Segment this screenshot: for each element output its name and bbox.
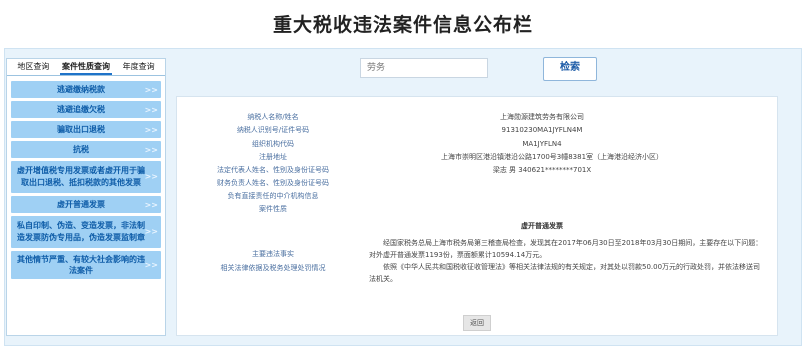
field-label: 主要违法事实 [252,250,294,258]
chevron-right-icon: >> [144,85,158,94]
search-input[interactable] [360,58,488,78]
back-button[interactable]: 返回 [463,315,491,331]
nav-item-label: 骗取出口退税 [57,125,105,134]
nav-item-tax-evasion[interactable]: 逃避缴纳税款 >> [11,81,161,98]
chevron-right-icon: >> [144,227,158,236]
field-label: 财务负责人姓名、性别及身份证号码 [217,179,329,187]
field-label: 案件性质 [259,205,287,213]
field-value: MA1JYFLN4 [522,140,562,148]
field-row-taxpayer-name: 纳税人名称/姓名 上海勋源建筑劳务有限公司 [177,112,777,123]
case-description: 经国家税务总局上海市税务局第三稽查局检查，发现其在2017年06月30日至201… [369,237,765,285]
nav-item-label: 逃避追缴欠税 [57,105,105,114]
field-row-agency: 负有直接责任的中介机构信息 [177,191,777,202]
chevron-right-icon: >> [144,105,158,114]
nav-item-evade-arrears[interactable]: 逃避追缴欠税 >> [11,101,161,118]
case-detail-panel: 纳税人名称/姓名 上海勋源建筑劳务有限公司 纳税人识别号/证件号码 913102… [176,96,778,336]
chevron-right-icon: >> [144,260,158,270]
field-value: 上海勋源建筑劳务有限公司 [500,113,584,121]
query-tabs: 地区查询 案件性质查询 年度查询 [7,59,165,76]
field-value: 91310230MA1JYFLN4M [501,126,583,134]
field-label: 法定代表人姓名、性别及身份证号码 [217,166,329,174]
case-facts-paragraph: 经国家税务总局上海市税务局第三稽查局检查，发现其在2017年06月30日至201… [369,239,763,259]
field-label: 纳税人识别号/证件号码 [236,126,310,134]
chevron-right-icon: >> [144,172,158,181]
page-title: 重大税收违法案件信息公布栏 [272,14,533,36]
field-row-case-nature: 案件性质 [177,204,777,215]
tab-year-query[interactable]: 年度查询 [112,59,165,75]
field-label: 负有直接责任的中介机构信息 [227,192,319,200]
nav-item-export-refund-fraud[interactable]: 骗取出口退税 >> [11,121,161,138]
nav-item-label: 其他情节严重、有较大社会影响的违法案件 [17,255,145,275]
chevron-right-icon: >> [144,200,158,209]
field-value: 上海市崇明区港沿镇港沿公路1700号3幢8381室（上海港沿经济小区） [440,153,664,161]
left-nav: 地区查询 案件性质查询 年度查询 逃避缴纳税款 >> 逃避追缴欠税 >> 骗取出… [6,58,166,336]
field-row-taxpayer-id: 纳税人识别号/证件号码 91310230MA1JYFLN4M [177,125,777,136]
chevron-right-icon: >> [144,125,158,134]
field-label: 注册地址 [259,153,287,161]
nav-item-other-serious-cases[interactable]: 其他情节严重、有较大社会影响的违法案件 >> [11,251,161,279]
nav-item-false-vat-invoice[interactable]: 虚开增值税专用发票或者虚开用于骗取出口退税、抵扣税款的其他发票 >> [11,161,161,193]
field-row-finance-head: 财务负责人姓名、性别及身份证号码 [177,178,777,189]
tab-case-nature-query[interactable]: 案件性质查询 [59,59,113,75]
nav-item-illegal-invoice-printing[interactable]: 私自印制、伪造、变造发票，非法制造发票防伪专用品，伪造发票监制章 >> [11,216,161,248]
field-label: 纳税人名称/姓名 [247,113,299,121]
field-row-org-code: 组织机构代码 MA1JYFLN4 [177,139,777,150]
field-row-address: 注册地址 上海市崇明区港沿镇港沿公路1700号3幢8381室（上海港沿经济小区） [177,152,777,163]
field-row-legal-rep: 法定代表人姓名、性别及身份证号码 梁志 男 340621********701X [177,165,777,176]
case-penalty-paragraph: 依照《中华人民共和国税收征收管理法》等相关法律法规的有关规定，对其处以罚款50.… [369,263,761,283]
nav-item-false-ordinary-invoice[interactable]: 虚开普通发票 >> [11,196,161,213]
case-nature-value: 虚开普通发票 [521,222,563,230]
nav-item-label: 逃避缴纳税款 [57,85,105,94]
nav-list: 逃避缴纳税款 >> 逃避追缴欠税 >> 骗取出口退税 >> 抗税 >> 虚开增值… [7,76,165,279]
field-value: 梁志 男 340621********701X [492,166,592,174]
tab-region-query[interactable]: 地区查询 [7,59,60,75]
nav-item-tax-resistance[interactable]: 抗税 >> [11,141,161,158]
nav-item-label: 抗税 [73,145,89,154]
field-label: 相关法律依据及税务处理处罚情况 [220,264,326,272]
chevron-right-icon: >> [144,145,158,154]
field-label: 组织机构代码 [252,140,294,148]
nav-item-label: 虚开增值税专用发票或者虚开用于骗取出口退税、抵扣税款的其他发票 [17,166,145,187]
nav-item-label: 私自印制、伪造、变造发票，非法制造发票防伪专用品，伪造发票监制章 [17,221,145,242]
search-button[interactable]: 检索 [543,57,597,81]
nav-item-label: 虚开普通发票 [57,200,105,209]
